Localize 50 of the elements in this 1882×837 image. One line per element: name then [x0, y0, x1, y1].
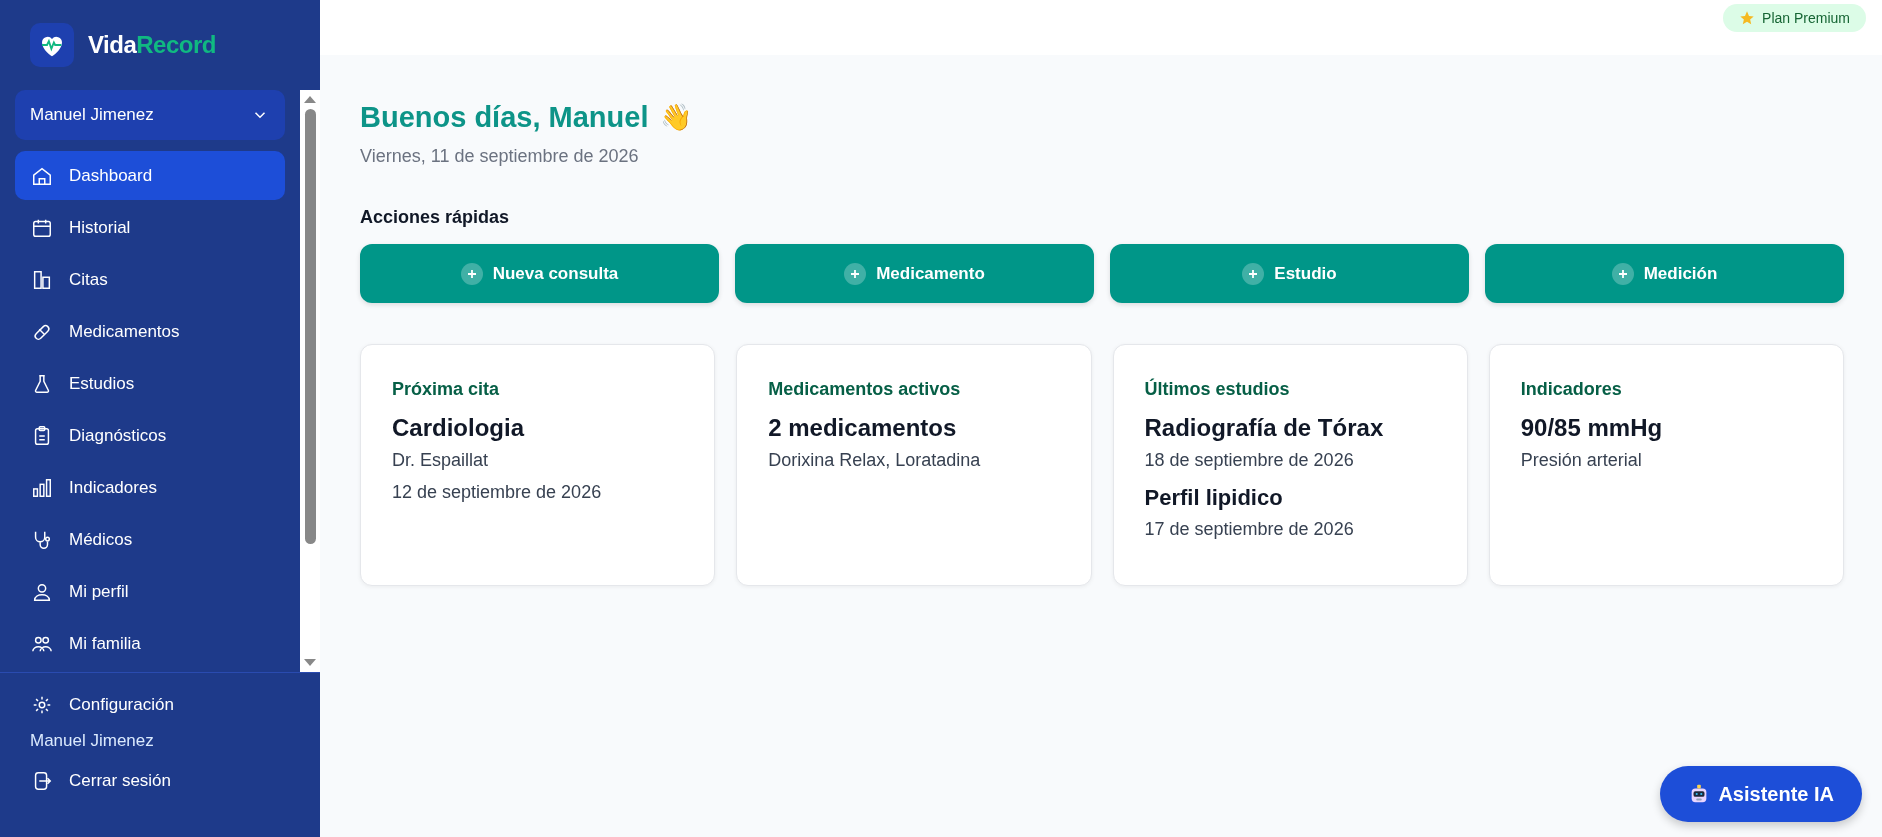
- quick-action-button[interactable]: Medición: [1485, 244, 1844, 303]
- nav-item[interactable]: Historial: [15, 203, 285, 252]
- section-title: Acciones rápidas: [360, 207, 511, 228]
- building-icon: [31, 268, 53, 291]
- greeting-title: Buenos días, Manuel: [360, 101, 649, 134]
- logout-link[interactable]: Cerrar sesión: [15, 757, 305, 805]
- assistant-button[interactable]: Asistente IA: [1660, 766, 1862, 822]
- nav-item[interactable]: Citas: [15, 255, 285, 304]
- user-name: Manuel Jimenez: [29, 730, 155, 752]
- quick-action-button[interactable]: Medicamento: [735, 244, 1094, 303]
- plan-badge: Plan Premium: [1723, 4, 1866, 32]
- card-title: Medicamentos activos: [768, 379, 962, 400]
- nav-item[interactable]: Medicamentos: [15, 307, 285, 356]
- nav-item[interactable]: Médicos: [15, 515, 285, 564]
- nav-item[interactable]: Mi perfil: [15, 567, 285, 616]
- card-title: Próxima cita: [392, 379, 501, 400]
- card-heading: 90/85 mmHg: [1520, 414, 1664, 442]
- card-text: 12 de septiembre de 2026: [392, 482, 603, 503]
- quick-action-button[interactable]: Estudio: [1110, 244, 1469, 303]
- plus-icon: [460, 262, 483, 285]
- nav-item[interactable]: Dashboard: [15, 151, 285, 200]
- card-heading: Cardiologia: [392, 414, 526, 442]
- star-icon: [1739, 10, 1756, 26]
- settings-link[interactable]: Configuración: [15, 681, 305, 729]
- brand-name: VidaRecord: [88, 31, 216, 59]
- nav-item[interactable]: Estudios: [15, 359, 285, 408]
- quick-action-button[interactable]: Nueva consulta: [360, 244, 719, 303]
- bars-icon: [31, 476, 53, 499]
- plus-icon: [844, 262, 867, 285]
- gear-icon: [31, 694, 53, 716]
- waving-hand-icon: 👋: [660, 102, 693, 133]
- nav-item[interactable]: Indicadores: [15, 463, 285, 512]
- card-heading: Perfil lipidico: [1144, 485, 1284, 511]
- card-text: Presión arterial: [1520, 450, 1643, 471]
- card-text: Dorixina Relax, Loratadina: [768, 450, 982, 471]
- scrollbar[interactable]: [300, 90, 320, 672]
- card-title: Indicadores: [1520, 379, 1623, 400]
- user-dropdown[interactable]: Manuel Jimenez: [15, 90, 285, 140]
- card-text: 18 de septiembre de 2026: [1144, 450, 1355, 471]
- card-title: Últimos estudios: [1144, 379, 1291, 400]
- date-text: Viernes, 11 de septiembre de 2026: [360, 146, 640, 167]
- card-heading: 2 medicamentos: [768, 414, 958, 442]
- plus-icon: [1611, 262, 1634, 285]
- nav-item[interactable]: Diagnósticos: [15, 411, 285, 460]
- card-text: 17 de septiembre de 2026: [1144, 519, 1355, 540]
- card-text: Dr. Espaillat: [392, 450, 490, 471]
- card-heading: Radiografía de Tórax: [1144, 414, 1385, 442]
- nav-item[interactable]: Mi familia: [15, 619, 285, 668]
- plus-icon: [1242, 262, 1265, 285]
- heart-logo-icon: [30, 23, 74, 67]
